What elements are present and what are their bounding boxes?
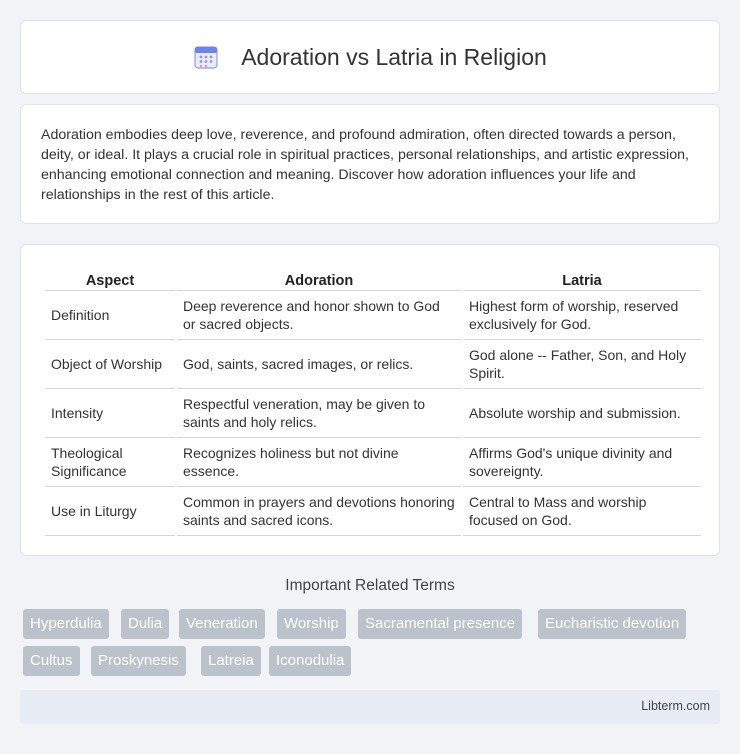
table-row: Use in Liturgy Common in prayers and dev… xyxy=(45,487,701,536)
tag-hyperdulia[interactable]: Hyperdulia xyxy=(23,609,109,639)
intro-card: Adoration embodies deep love, reverence,… xyxy=(20,104,720,224)
table-cell-latria: Absolute worship and submission. xyxy=(463,389,701,438)
related-terms-title: Important Related Terms xyxy=(285,577,455,594)
table-cell-aspect: Definition xyxy=(45,291,175,340)
table-cell-adoration: Respectful veneration, may be given to s… xyxy=(177,389,461,438)
table-row: Object of Worship God, saints, sacred im… xyxy=(45,340,701,389)
column-header-aspect: Aspect xyxy=(45,267,175,291)
title-wrap: Adoration vs Latria in Religion xyxy=(193,44,547,71)
footer-site-link[interactable]: Libterm.com xyxy=(641,699,710,713)
table-cell-latria: Affirms God's unique divinity and sovere… xyxy=(463,438,701,487)
table-row: Theological Significance Recognizes holi… xyxy=(45,438,701,487)
comparison-table-card: Aspect Adoration Latria Definition Deep … xyxy=(20,244,720,556)
table-cell-aspect: Use in Liturgy xyxy=(45,487,175,536)
table-cell-latria: Highest form of worship, reserved exclus… xyxy=(463,291,701,340)
table-cell-latria: God alone -- Father, Son, and Holy Spiri… xyxy=(463,340,701,389)
table-cell-adoration: Deep reverence and honor shown to God or… xyxy=(177,291,461,340)
table-row: Intensity Respectful veneration, may be … xyxy=(45,389,701,438)
column-header-latria: Latria xyxy=(463,267,701,291)
table-header-row: Aspect Adoration Latria xyxy=(45,267,701,291)
intro-text: Adoration embodies deep love, reverence,… xyxy=(41,127,689,203)
tag-cultus[interactable]: Cultus xyxy=(23,646,80,676)
footer: Libterm.com xyxy=(20,690,720,724)
table-cell-aspect: Theological Significance xyxy=(45,438,175,487)
table-cell-aspect: Intensity xyxy=(45,389,175,438)
table-row: Definition Deep reverence and honor show… xyxy=(45,291,701,340)
table-cell-adoration: God, saints, sacred images, or relics. xyxy=(177,340,461,389)
comparison-table: Aspect Adoration Latria Definition Deep … xyxy=(43,267,703,536)
table-cell-aspect: Object of Worship xyxy=(45,340,175,389)
table-cell-latria: Central to Mass and worship focused on G… xyxy=(463,487,701,536)
page-title: Adoration vs Latria in Religion xyxy=(241,43,547,70)
tag-sacramental-presence[interactable]: Sacramental presence xyxy=(358,609,523,639)
tag-proskynesis[interactable]: Proskynesis xyxy=(91,646,186,676)
tag-eucharistic-devotion[interactable]: Eucharistic devotion xyxy=(538,609,687,639)
table-cell-adoration: Recognizes holiness but not divine essen… xyxy=(177,438,461,487)
table-cell-adoration: Common in prayers and devotions honoring… xyxy=(177,487,461,536)
tag-dulia[interactable]: Dulia xyxy=(121,609,170,639)
tag-latreia[interactable]: Latreia xyxy=(201,646,261,676)
header-card: Adoration vs Latria in Religion xyxy=(20,20,720,94)
tag-worship[interactable]: Worship xyxy=(277,609,346,639)
tag-veneration[interactable]: Veneration xyxy=(179,609,265,639)
tag-iconodulia[interactable]: Iconodulia xyxy=(269,646,352,676)
column-header-adoration: Adoration xyxy=(177,267,461,291)
calendar-icon xyxy=(194,46,218,69)
